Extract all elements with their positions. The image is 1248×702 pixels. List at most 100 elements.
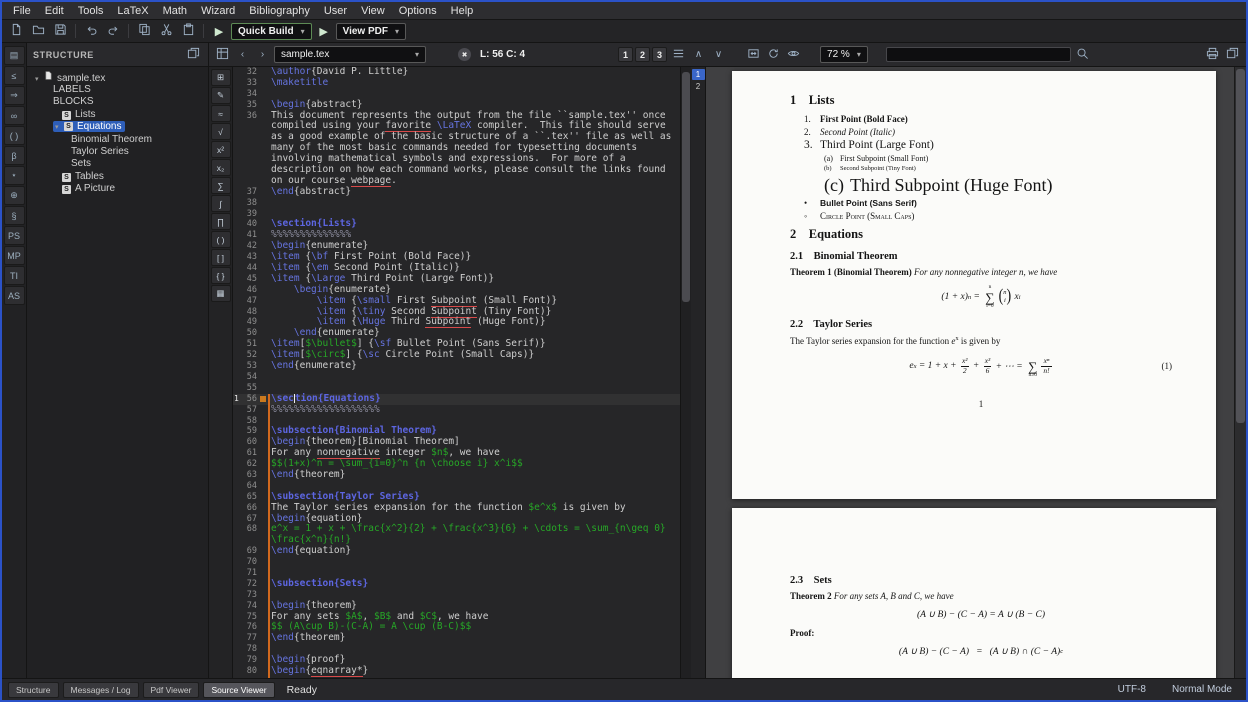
pdf-pages[interactable]: 1 Lists1.First Point (Bold Face)2.Second… bbox=[706, 67, 1234, 678]
continuous-view-button[interactable] bbox=[785, 47, 802, 63]
editor-gutter: 71 bbox=[233, 568, 267, 579]
greek-letters-panel-button[interactable]: β bbox=[4, 146, 25, 165]
editor-scrollbar-thumb[interactable] bbox=[682, 72, 690, 302]
next-document-button[interactable]: › bbox=[254, 47, 271, 63]
menu-latex[interactable]: LaTeX bbox=[110, 4, 155, 18]
tag-button-1[interactable]: 1 bbox=[618, 47, 633, 62]
menu-edit[interactable]: Edit bbox=[38, 4, 71, 18]
tag-button-3[interactable]: 3 bbox=[652, 47, 667, 62]
editor-scrollbar[interactable] bbox=[680, 67, 691, 678]
menu-user[interactable]: User bbox=[317, 4, 354, 18]
status-tab-messages-log[interactable]: Messages / Log bbox=[63, 682, 139, 698]
status-tab-source-viewer[interactable]: Source Viewer bbox=[203, 682, 274, 698]
sqrt-symbol-button[interactable]: √ bbox=[211, 123, 231, 140]
paste-button[interactable] bbox=[178, 22, 198, 41]
menu-wizard[interactable]: Wizard bbox=[194, 4, 242, 18]
pencil-symbol-button[interactable]: ✎ bbox=[211, 87, 231, 104]
open-file-button[interactable] bbox=[28, 22, 48, 41]
brackets-symbol-button[interactable]: [ ] bbox=[211, 249, 231, 266]
tag-button-2[interactable]: 2 bbox=[635, 47, 650, 62]
menu-file[interactable]: File bbox=[6, 4, 38, 18]
wavy-symbol-button[interactable]: ≈ bbox=[211, 105, 231, 122]
tree-item-labels[interactable]: LABELS bbox=[29, 83, 206, 95]
pdf-scrollbar[interactable] bbox=[1234, 67, 1246, 678]
copy-button[interactable] bbox=[134, 22, 154, 41]
expander-icon[interactable]: ▾ bbox=[35, 75, 44, 83]
parentheses-symbol-button[interactable]: ( ) bbox=[211, 231, 231, 248]
subscript-symbol-button[interactable]: x₂ bbox=[211, 159, 231, 176]
relation-symbols-panel-button[interactable]: ≤ bbox=[4, 66, 25, 85]
menu-help[interactable]: Help bbox=[444, 4, 481, 18]
tree-item-equations[interactable]: ▾SEquations bbox=[29, 121, 206, 133]
zoom-selector[interactable]: 72 % ▾ bbox=[820, 46, 868, 63]
matrix-symbol-button[interactable]: ▦ bbox=[211, 285, 231, 302]
arrow-symbols-panel-button[interactable]: ⇒ bbox=[4, 86, 25, 105]
save-file-button[interactable] bbox=[50, 22, 70, 41]
rotate-view-button[interactable] bbox=[765, 47, 782, 63]
status-tab-structure[interactable]: Structure bbox=[8, 682, 59, 698]
menu-math[interactable]: Math bbox=[156, 4, 194, 18]
search-button[interactable] bbox=[1074, 47, 1091, 63]
misc-text-panel-button[interactable]: ⊕ bbox=[4, 186, 25, 205]
asymptote-panel-button[interactable]: AS bbox=[4, 286, 25, 305]
redo-button[interactable] bbox=[103, 22, 123, 41]
most-used-panel-button[interactable]: ⋆ bbox=[4, 166, 25, 185]
source-editor[interactable]: 32\author{David P. Little}33\maketitle34… bbox=[233, 67, 691, 678]
fit-width-button[interactable] bbox=[745, 47, 762, 63]
close-document-button[interactable]: ✖ bbox=[456, 47, 473, 63]
view-pdf-selector[interactable]: View PDF ▾ bbox=[336, 23, 406, 40]
external-window-icon bbox=[1226, 47, 1239, 63]
scroll-down-button[interactable]: ∨ bbox=[710, 47, 727, 63]
undo-button[interactable] bbox=[81, 22, 101, 41]
menu-options[interactable]: Options bbox=[392, 4, 444, 18]
tree-item-lists[interactable]: SLists bbox=[29, 108, 206, 120]
metapost-panel-button[interactable]: MP bbox=[4, 246, 25, 265]
external-viewer-button[interactable] bbox=[1224, 47, 1241, 63]
structure-list-button[interactable] bbox=[670, 47, 687, 63]
tree-item-binomial-theorem[interactable]: Binomial Theorem bbox=[29, 133, 206, 145]
superscript-symbol-button[interactable]: x² bbox=[211, 141, 231, 158]
pdf-scrollbar-thumb[interactable] bbox=[1236, 69, 1245, 423]
tree-item-a-picture[interactable]: SA Picture bbox=[29, 183, 206, 195]
delimiters-panel-button[interactable]: ( ) bbox=[4, 126, 25, 145]
new-file-button[interactable] bbox=[6, 22, 26, 41]
detach-panel-button[interactable] bbox=[185, 47, 202, 63]
page-strip-item-1[interactable]: 1 bbox=[692, 69, 705, 80]
sum-symbol-button[interactable]: ∑ bbox=[211, 177, 231, 194]
page-strip-item-2[interactable]: 2 bbox=[692, 81, 705, 92]
tree-item-blocks[interactable]: BLOCKS bbox=[29, 96, 206, 108]
structure-panel-button[interactable]: ▤ bbox=[4, 46, 25, 65]
frame-symbol-button[interactable]: ⊞ bbox=[211, 69, 231, 86]
menu-bibliography[interactable]: Bibliography bbox=[242, 4, 317, 18]
quick-build-selector[interactable]: Quick Build ▾ bbox=[231, 23, 312, 40]
tree-item-sets[interactable]: Sets bbox=[29, 158, 206, 170]
misc-symbols-panel-button[interactable]: ∞ bbox=[4, 106, 25, 125]
run-quick-build-button[interactable]: ▶ bbox=[209, 22, 229, 41]
open-file-selector[interactable]: sample.tex ▾ bbox=[274, 46, 426, 63]
tag-buttons: 123 bbox=[618, 47, 667, 62]
integral-symbol-button[interactable]: ∫ bbox=[211, 195, 231, 212]
scroll-up-button[interactable]: ∧ bbox=[690, 47, 707, 63]
print-button[interactable] bbox=[1204, 47, 1221, 63]
menu-tools[interactable]: Tools bbox=[71, 4, 111, 18]
expander-icon[interactable]: ▾ bbox=[55, 123, 64, 131]
status-tab-pdf-viewer[interactable]: Pdf Viewer bbox=[143, 682, 200, 698]
cut-button[interactable] bbox=[156, 22, 176, 41]
tree-item-tables[interactable]: STables bbox=[29, 170, 206, 182]
menu-view[interactable]: View bbox=[354, 4, 392, 18]
tree-item-sample-tex[interactable]: ▾ sample.tex bbox=[29, 71, 206, 83]
product-symbol-button[interactable]: ∏ bbox=[211, 213, 231, 230]
pstricks-panel-button[interactable]: PS bbox=[4, 226, 25, 245]
tikz-panel-button[interactable]: TI bbox=[4, 266, 25, 285]
run-view-pdf-button[interactable]: ▶ bbox=[314, 22, 334, 41]
pdf-search-input[interactable] bbox=[886, 47, 1071, 62]
numeration-panel-button[interactable]: § bbox=[4, 206, 25, 225]
grid-view-button[interactable] bbox=[214, 47, 231, 63]
tree-item-label: Lists bbox=[75, 109, 96, 120]
previous-document-button[interactable]: ‹ bbox=[234, 47, 251, 63]
line-number: 44 bbox=[242, 263, 259, 274]
tree-item-taylor-series[interactable]: Taylor Series bbox=[29, 145, 206, 157]
tree-item-label: sample.tex bbox=[57, 73, 105, 84]
editor-line: 69\end{equation} bbox=[233, 546, 691, 557]
braces-symbol-button[interactable]: { } bbox=[211, 267, 231, 284]
